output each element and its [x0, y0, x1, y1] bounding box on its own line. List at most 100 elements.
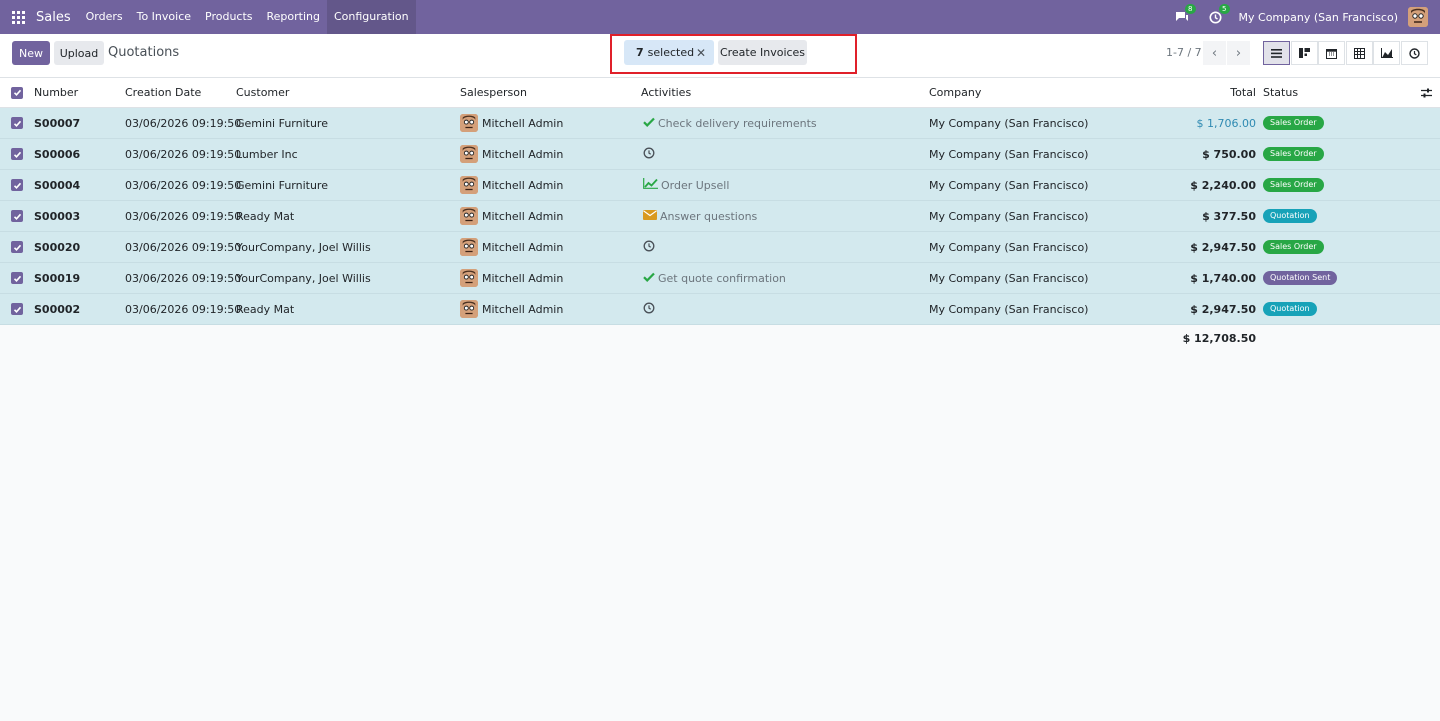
clock-icon[interactable] [643, 147, 655, 162]
header-company[interactable]: Company [929, 78, 981, 107]
chart-icon[interactable] [643, 178, 658, 192]
header-number[interactable]: Number [34, 78, 78, 107]
user-avatar[interactable] [1408, 7, 1428, 27]
row-checkbox[interactable] [11, 232, 23, 262]
customer-name: Lumber Inc [236, 147, 298, 161]
salesperson-avatar [460, 145, 478, 163]
menu-to-invoice[interactable]: To Invoice [130, 0, 198, 34]
graph-view-icon[interactable] [1373, 41, 1400, 65]
creation-date: 03/06/2026 09:19:50 [125, 116, 242, 130]
table-row[interactable]: S00004 03/06/2026 09:19:50 Gemini Furnitur… [0, 170, 1440, 201]
pager-next-icon[interactable]: › [1227, 41, 1250, 65]
calendar-view-icon[interactable] [1318, 41, 1345, 65]
clock-icon[interactable] [643, 240, 655, 255]
salesperson[interactable]: Mitchell Admin [460, 201, 563, 231]
status-cell: Sales Order [1263, 108, 1324, 138]
status-cell: Quotation [1263, 201, 1317, 231]
header-salesperson[interactable]: Salesperson [460, 78, 527, 107]
order-number: S00002 [34, 302, 81, 316]
activity-view-icon[interactable] [1401, 41, 1428, 65]
activity-cell[interactable]: Get quote confirmation [643, 263, 786, 293]
table-row[interactable]: S00007 03/06/2026 09:19:50 Gemini Furnitur… [0, 108, 1440, 139]
header-customer[interactable]: Customer [236, 78, 289, 107]
activities-clock-icon[interactable]: 5 [1208, 4, 1230, 25]
creation-date: 03/06/2026 09:19:50 [125, 302, 242, 316]
table-row[interactable]: S00019 03/06/2026 09:19:50 YourCompany, Jo… [0, 263, 1440, 294]
menu-configuration[interactable]: Configuration [327, 0, 416, 34]
status-badge: Sales Order [1263, 147, 1324, 161]
messages-icon[interactable]: 8 [1174, 4, 1196, 25]
order-total: $ 377.50 [1202, 209, 1256, 223]
check-icon[interactable] [643, 272, 655, 285]
status-cell: Quotation Sent [1263, 263, 1338, 293]
order-number: S00007 [34, 116, 81, 130]
activity-cell[interactable] [643, 232, 658, 262]
row-checkbox[interactable] [11, 294, 23, 324]
company-name: My Company (San Francisco) [929, 302, 1089, 316]
app-brand[interactable]: Sales [36, 10, 79, 25]
clock-icon[interactable] [643, 302, 655, 317]
salesperson[interactable]: Mitchell Admin [460, 139, 563, 169]
activity-cell[interactable]: Check delivery requirements [643, 108, 817, 138]
row-checkbox[interactable] [11, 263, 23, 293]
optional-columns-icon[interactable] [1421, 78, 1432, 107]
order-total: $ 2,240.00 [1190, 178, 1256, 192]
row-checkbox[interactable] [11, 139, 23, 169]
activity-cell[interactable]: Answer questions [643, 201, 757, 231]
salesperson-avatar [460, 176, 478, 194]
grand-total: $ 12,708.50 [1182, 331, 1256, 345]
creation-date: 03/06/2026 09:19:50 [125, 271, 242, 285]
company-name: My Company (San Francisco) [929, 116, 1089, 130]
pager-previous-icon[interactable]: ‹ [1203, 41, 1226, 65]
check-icon[interactable] [643, 117, 655, 130]
new-button[interactable]: New [12, 41, 50, 65]
salesperson-name: Mitchell Admin [482, 178, 564, 192]
header-creation-date[interactable]: Creation Date [125, 78, 201, 107]
menu-reporting[interactable]: Reporting [260, 0, 327, 34]
order-total: $ 750.00 [1202, 147, 1256, 161]
salesperson-avatar [460, 300, 478, 318]
select-all-checkbox[interactable] [11, 78, 23, 107]
selected-count: 7 [636, 46, 644, 59]
table-row[interactable]: S00002 03/06/2026 09:19:50 Ready Mat Mitche… [0, 294, 1440, 325]
creation-date: 03/06/2026 09:19:50 [125, 147, 242, 161]
list-view-icon[interactable] [1263, 41, 1290, 65]
pivot-view-icon[interactable] [1346, 41, 1373, 65]
menu-orders[interactable]: Orders [79, 0, 130, 34]
table-row[interactable]: S00003 03/06/2026 09:19:50 Ready Mat Mitche… [0, 201, 1440, 232]
company-switcher[interactable]: My Company (San Francisco) [1239, 11, 1398, 24]
customer-name: YourCompany, Joel Willis [236, 240, 371, 254]
salesperson[interactable]: Mitchell Admin [460, 263, 563, 293]
salesperson-name: Mitchell Admin [482, 240, 564, 254]
order-number: S00020 [34, 240, 81, 254]
table-header-row: Number Creation Date Customer Salesperso… [0, 78, 1440, 108]
menu-products[interactable]: Products [198, 0, 260, 34]
salesperson[interactable]: Mitchell Admin [460, 294, 563, 324]
create-invoices-button[interactable]: Create Invoices [718, 40, 807, 65]
activity-cell[interactable] [643, 294, 658, 324]
activity-cell[interactable]: Order Upsell [643, 170, 729, 200]
activity-summary: Answer questions [660, 209, 758, 223]
header-status[interactable]: Status [1263, 78, 1298, 107]
salesperson-name: Mitchell Admin [482, 147, 564, 161]
selection-indicator: 7 selected ✕ [624, 40, 714, 65]
row-checkbox[interactable] [11, 108, 23, 138]
row-checkbox[interactable] [11, 170, 23, 200]
header-activities[interactable]: Activities [641, 78, 691, 107]
pager-value[interactable]: 1-7 / 7 [1166, 46, 1202, 59]
table-row[interactable]: S00006 03/06/2026 09:19:50 Lumber Inc Mitch… [0, 139, 1440, 170]
upload-button[interactable]: Upload [54, 41, 104, 65]
envelope-icon[interactable] [643, 209, 657, 223]
header-total[interactable]: Total [1160, 78, 1256, 107]
row-checkbox[interactable] [11, 201, 23, 231]
activity-cell[interactable] [643, 139, 658, 169]
salesperson[interactable]: Mitchell Admin [460, 108, 563, 138]
table-row[interactable]: S00020 03/06/2026 09:19:50 YourCompany, Jo… [0, 232, 1440, 263]
salesperson[interactable]: Mitchell Admin [460, 232, 563, 262]
kanban-view-icon[interactable] [1291, 41, 1318, 65]
unselect-close-icon[interactable]: ✕ [696, 46, 706, 60]
apps-menu-icon[interactable] [0, 0, 36, 34]
creation-date: 03/06/2026 09:19:50 [125, 240, 242, 254]
status-badge: Quotation [1263, 209, 1317, 223]
salesperson[interactable]: Mitchell Admin [460, 170, 563, 200]
